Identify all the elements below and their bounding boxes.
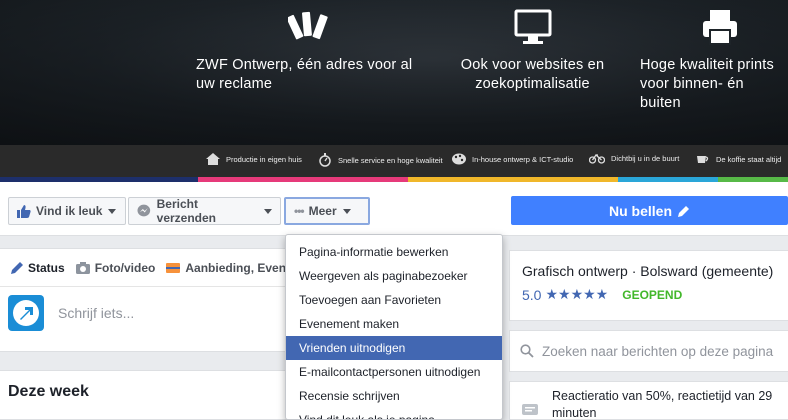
coffee-cup-icon <box>697 156 709 163</box>
offer-tag-icon <box>166 262 181 273</box>
page-action-bar: Vind ik leuk Bericht verzenden ••• Meer … <box>0 182 788 236</box>
pencil-icon <box>678 205 689 217</box>
menu-item-write-review[interactable]: Recensie schrijven <box>286 384 502 408</box>
feature-websites: Ook voor websites en zoekoptimalisatie <box>450 8 615 94</box>
color-stripe <box>0 177 788 182</box>
stopwatch-icon <box>319 153 331 167</box>
more-dots-icon: ••• <box>294 204 305 218</box>
menu-item-add-to-favorites[interactable]: Toevoegen aan Favorieten <box>286 288 502 312</box>
page-info-card: Grafisch ontwerp · Bolsward (gemeente) 5… <box>509 250 788 321</box>
rating-row[interactable]: 5.0 ★★★★★ GEOPEND <box>522 286 788 303</box>
feature-prints: Hoge kwaliteit prints voor binnen- én bu… <box>640 8 788 113</box>
menu-item-view-as-visitor[interactable]: Weergeven als paginabezoeker <box>286 264 502 288</box>
rating-value: 5.0 <box>522 286 542 303</box>
monitor-icon <box>514 9 551 44</box>
call-now-button[interactable]: Nu bellen <box>511 196 788 225</box>
stripe-segment <box>618 177 718 182</box>
speech-bubble-icon <box>522 404 538 415</box>
category-location[interactable]: Grafisch ontwerp · Bolsward (gemeente) <box>522 263 788 279</box>
tab-label: Foto/video <box>94 260 156 275</box>
thumbs-up-icon <box>17 204 31 218</box>
open-status-badge: GEOPEND <box>622 287 683 302</box>
bicycle-icon <box>589 154 605 164</box>
menu-item-create-event[interactable]: Evenement maken <box>286 312 502 336</box>
call-label: Nu bellen <box>608 202 672 219</box>
page-search-box[interactable]: Zoeken naar berichten op deze pagina <box>509 330 788 372</box>
stripe-segment <box>0 177 198 182</box>
stripe-segment <box>408 177 618 182</box>
menu-item-like-as-page[interactable]: Vind dit leuk als je pagina <box>286 408 502 419</box>
stripe-segment <box>718 177 788 182</box>
ribbon-item: In-house ontwerp & ICT-studio <box>452 153 573 165</box>
chevron-down-icon <box>108 208 117 214</box>
house-icon <box>206 153 220 165</box>
chevron-down-icon <box>342 208 351 214</box>
ribbon-item: Snelle service en hoge kwaliteit <box>318 153 443 167</box>
printer-icon <box>703 10 737 45</box>
feature-text: Hoge kwaliteit prints voor binnen- én bu… <box>640 57 774 111</box>
like-button[interactable]: Vind ik leuk <box>8 197 126 225</box>
cover-photo: ZWF Ontwerp, één adres voor al uw reclam… <box>0 0 788 145</box>
tab-photo-video[interactable]: Foto/video <box>75 260 156 275</box>
camera-icon <box>75 261 90 274</box>
feature-reclame: ZWF Ontwerp, één adres voor al uw reclam… <box>196 8 426 94</box>
ribbon-text: Dichtbij u in de buurt <box>611 154 680 163</box>
menu-item-invite-friends[interactable]: Vrienden uitnodigen <box>286 336 502 360</box>
message-label: Bericht verzenden <box>156 197 216 225</box>
stripe-segment <box>198 177 408 182</box>
ribbon-text: In-house ontwerp & ICT-studio <box>472 154 574 164</box>
arrow-logo-icon <box>13 300 39 326</box>
ribbon-text: De koffie staat altijd <box>716 154 782 164</box>
pencil-icon <box>11 261 23 274</box>
menu-item-edit-page-info[interactable]: Pagina-informatie bewerken <box>286 240 502 264</box>
messenger-icon <box>137 204 151 217</box>
ribbon-item: De koffie staat altijd <box>696 153 781 165</box>
chevron-down-icon <box>264 208 272 214</box>
usp-ribbon: Productie in eigen huis Snelle service e… <box>0 145 788 177</box>
more-label: Meer <box>308 204 337 218</box>
tab-label: Aanbieding, Even <box>185 260 287 275</box>
send-message-button[interactable]: Bericht verzenden <box>128 197 281 225</box>
ribbon-text: Productie in eigen huis <box>226 154 302 164</box>
like-label: Vind ik leuk <box>36 204 103 218</box>
ribbon-item: Dichtbij u in de buurt <box>589 153 679 164</box>
swatch-fan-icon <box>288 11 328 40</box>
response-rate-text: Reactieratio van 50%, reactietijd van 29… <box>552 389 773 420</box>
ribbon-item: Productie in eigen huis <box>206 153 302 165</box>
tab-status[interactable]: Status <box>10 261 65 275</box>
palette-icon <box>452 153 466 165</box>
feature-text: ZWF Ontwerp, één adres voor al uw reclam… <box>196 57 413 92</box>
search-input[interactable]: Zoeken naar berichten op deze pagina <box>542 344 773 359</box>
more-dropdown-menu: Pagina-informatie bewerken Weergeven als… <box>285 234 503 420</box>
more-button[interactable]: ••• Meer <box>284 197 370 225</box>
tab-label: Status <box>28 260 65 275</box>
feature-text: Ook voor websites en zoekoptimalisatie <box>460 57 605 92</box>
week-title: Deze week <box>8 383 89 400</box>
ribbon-text: Snelle service en hoge kwaliteit <box>338 155 443 165</box>
response-rate-card: Reactieratio van 50%, reactietijd van 29… <box>509 381 788 420</box>
menu-item-invite-email-contacts[interactable]: E-mailcontactpersonen uitnodigen <box>286 360 502 384</box>
search-icon <box>520 344 534 358</box>
star-rating-icon: ★★★★★ <box>545 286 609 302</box>
tab-offer-event[interactable]: Aanbieding, Even <box>165 261 286 275</box>
avatar <box>8 295 44 331</box>
composer-input[interactable]: Schrijf iets... <box>58 305 134 321</box>
